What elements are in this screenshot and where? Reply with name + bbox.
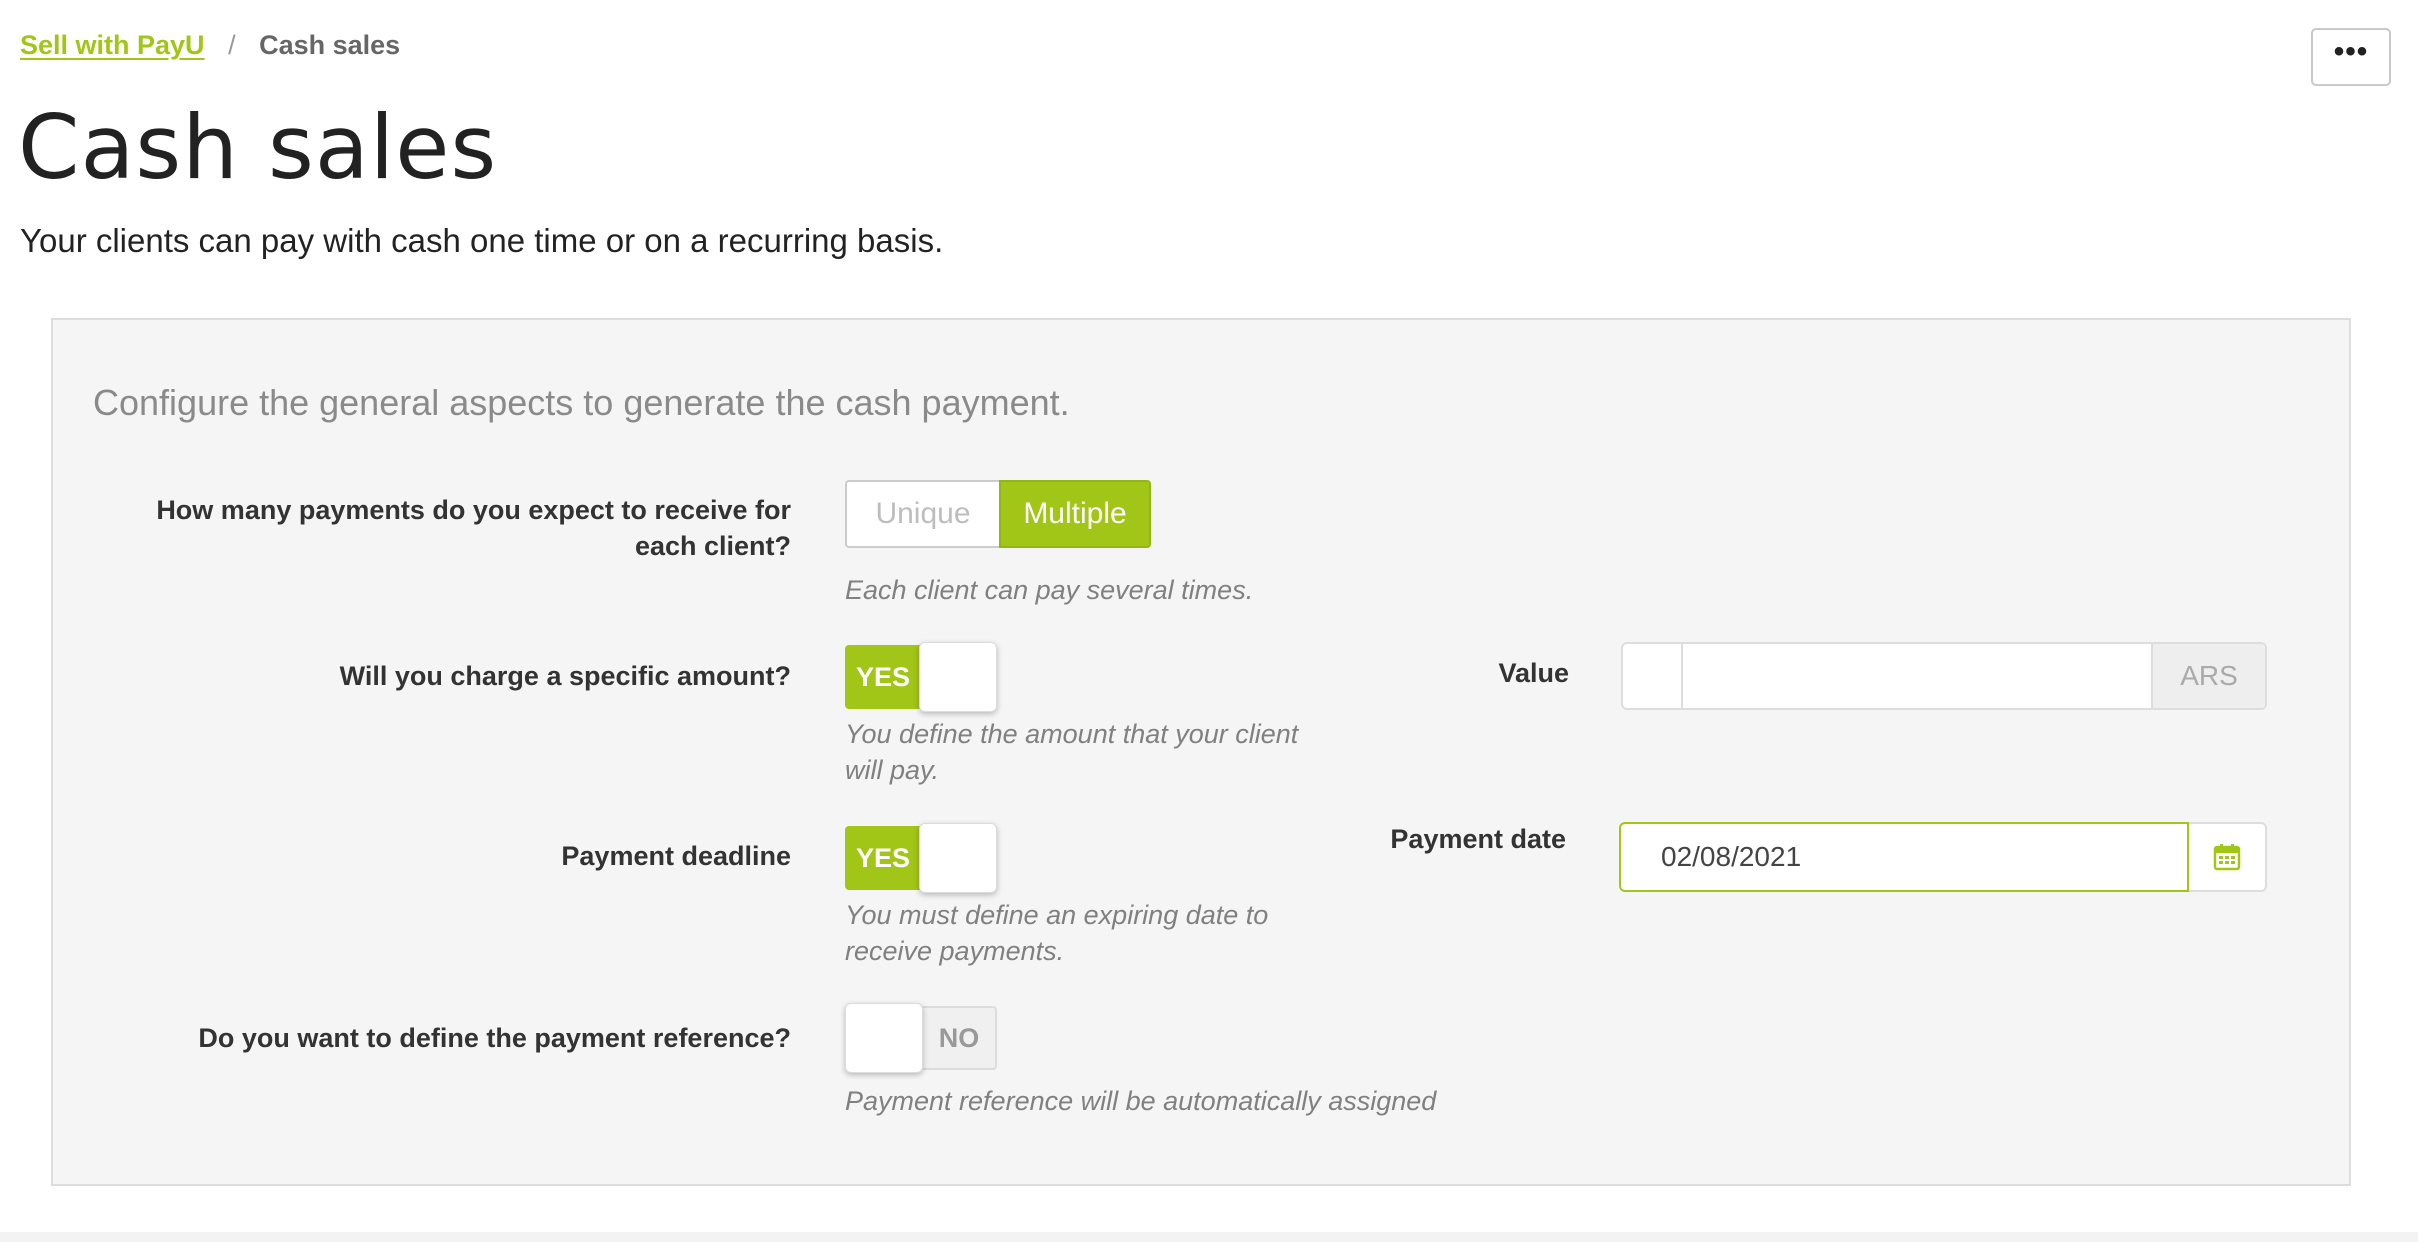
- specific-amount-hint-line1: You define the amount that your client: [845, 719, 1299, 749]
- toggle-knob: [919, 823, 997, 893]
- breadcrumb: Sell with PayU / Cash sales: [20, 30, 400, 61]
- payments-count-label: How many payments do you expect to recei…: [156, 492, 791, 564]
- calendar-icon: [2213, 844, 2241, 871]
- toggle-no-label: NO: [921, 1006, 997, 1070]
- breadcrumb-separator: /: [228, 30, 236, 60]
- page-footer-strip: [0, 1232, 2418, 1242]
- calendar-button[interactable]: [2189, 822, 2267, 892]
- option-multiple-button[interactable]: Multiple: [999, 480, 1151, 548]
- value-input[interactable]: [1683, 644, 2151, 708]
- toggle-yes-label: YES: [845, 645, 921, 709]
- more-options-button[interactable]: •••: [2311, 28, 2391, 86]
- payment-reference-toggle[interactable]: NO: [845, 1003, 997, 1073]
- config-panel: Configure the general aspects to generat…: [51, 318, 2351, 1186]
- breadcrumb-link-sell-with-payu[interactable]: Sell with PayU: [20, 30, 205, 60]
- payments-count-selector: Unique Multiple: [845, 480, 1151, 548]
- payment-date-label: Payment date: [1390, 824, 1566, 854]
- payments-count-hint: Each client can pay several times.: [845, 575, 1254, 605]
- breadcrumb-current: Cash sales: [259, 30, 401, 60]
- payment-date-group: 02/08/2021: [1619, 822, 2267, 892]
- payment-deadline-hint: You must define an expiring date to rece…: [845, 897, 1268, 969]
- payment-deadline-hint-line2: receive payments.: [845, 936, 1065, 966]
- page-subtitle: Your clients can pay with cash one time …: [20, 222, 944, 259]
- payment-date-input[interactable]: 02/08/2021: [1619, 822, 2189, 892]
- payments-count-label-line2: each client?: [634, 531, 791, 561]
- specific-amount-toggle[interactable]: YES: [845, 642, 997, 712]
- payments-count-label-line1: How many payments do you expect to recei…: [156, 495, 791, 525]
- option-unique-button[interactable]: Unique: [845, 480, 999, 548]
- payment-reference-label: Do you want to define the payment refere…: [198, 1023, 791, 1053]
- more-options-icon: •••: [2333, 35, 2369, 68]
- payment-reference-hint: Payment reference will be automatically …: [845, 1086, 1437, 1116]
- specific-amount-label: Will you charge a specific amount?: [339, 661, 791, 691]
- toggle-knob: [919, 642, 997, 712]
- payment-deadline-hint-line1: You must define an expiring date to: [845, 900, 1269, 930]
- specific-amount-hint: You define the amount that your client w…: [845, 716, 1298, 788]
- value-label: Value: [1498, 658, 1569, 688]
- payment-deadline-label: Payment deadline: [561, 841, 791, 871]
- payment-deadline-toggle[interactable]: YES: [845, 823, 997, 893]
- toggle-knob: [845, 1003, 923, 1073]
- specific-amount-hint-line2: will pay.: [845, 755, 940, 785]
- panel-heading: Configure the general aspects to generat…: [93, 382, 1070, 423]
- currency-addon: ARS: [2151, 644, 2265, 708]
- value-input-group: ARS: [1621, 642, 2267, 710]
- value-prefix-addon: [1623, 644, 1683, 708]
- toggle-yes-label: YES: [845, 826, 921, 890]
- page-title: Cash sales: [18, 96, 498, 199]
